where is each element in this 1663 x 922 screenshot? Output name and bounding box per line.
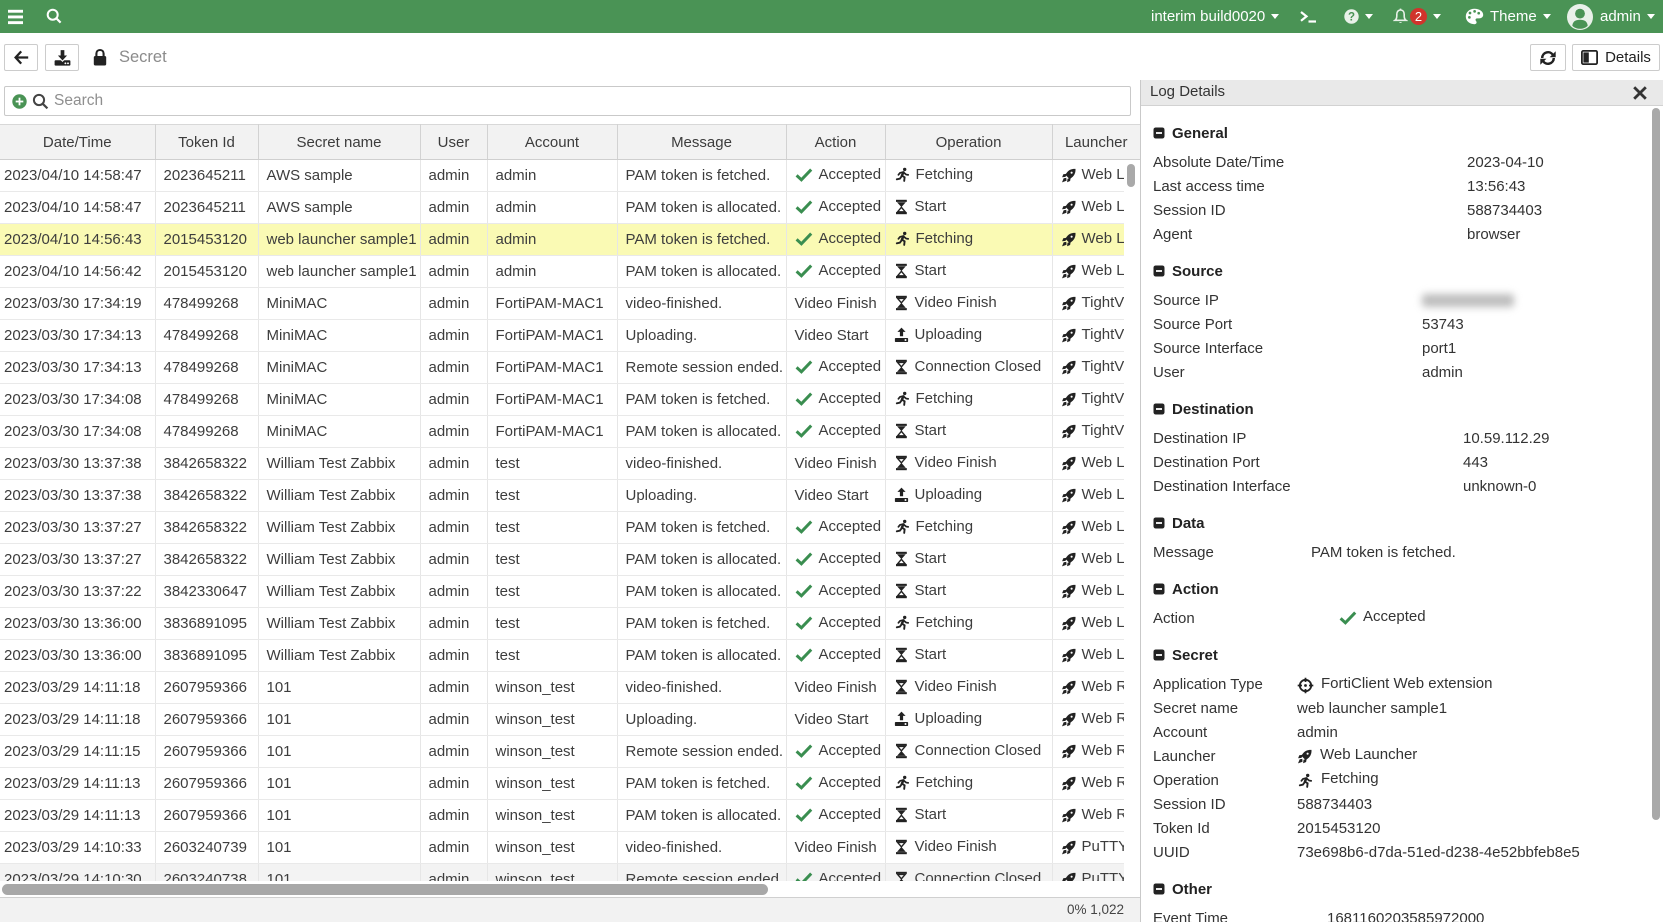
svg-text:?: ? [1348, 12, 1355, 24]
